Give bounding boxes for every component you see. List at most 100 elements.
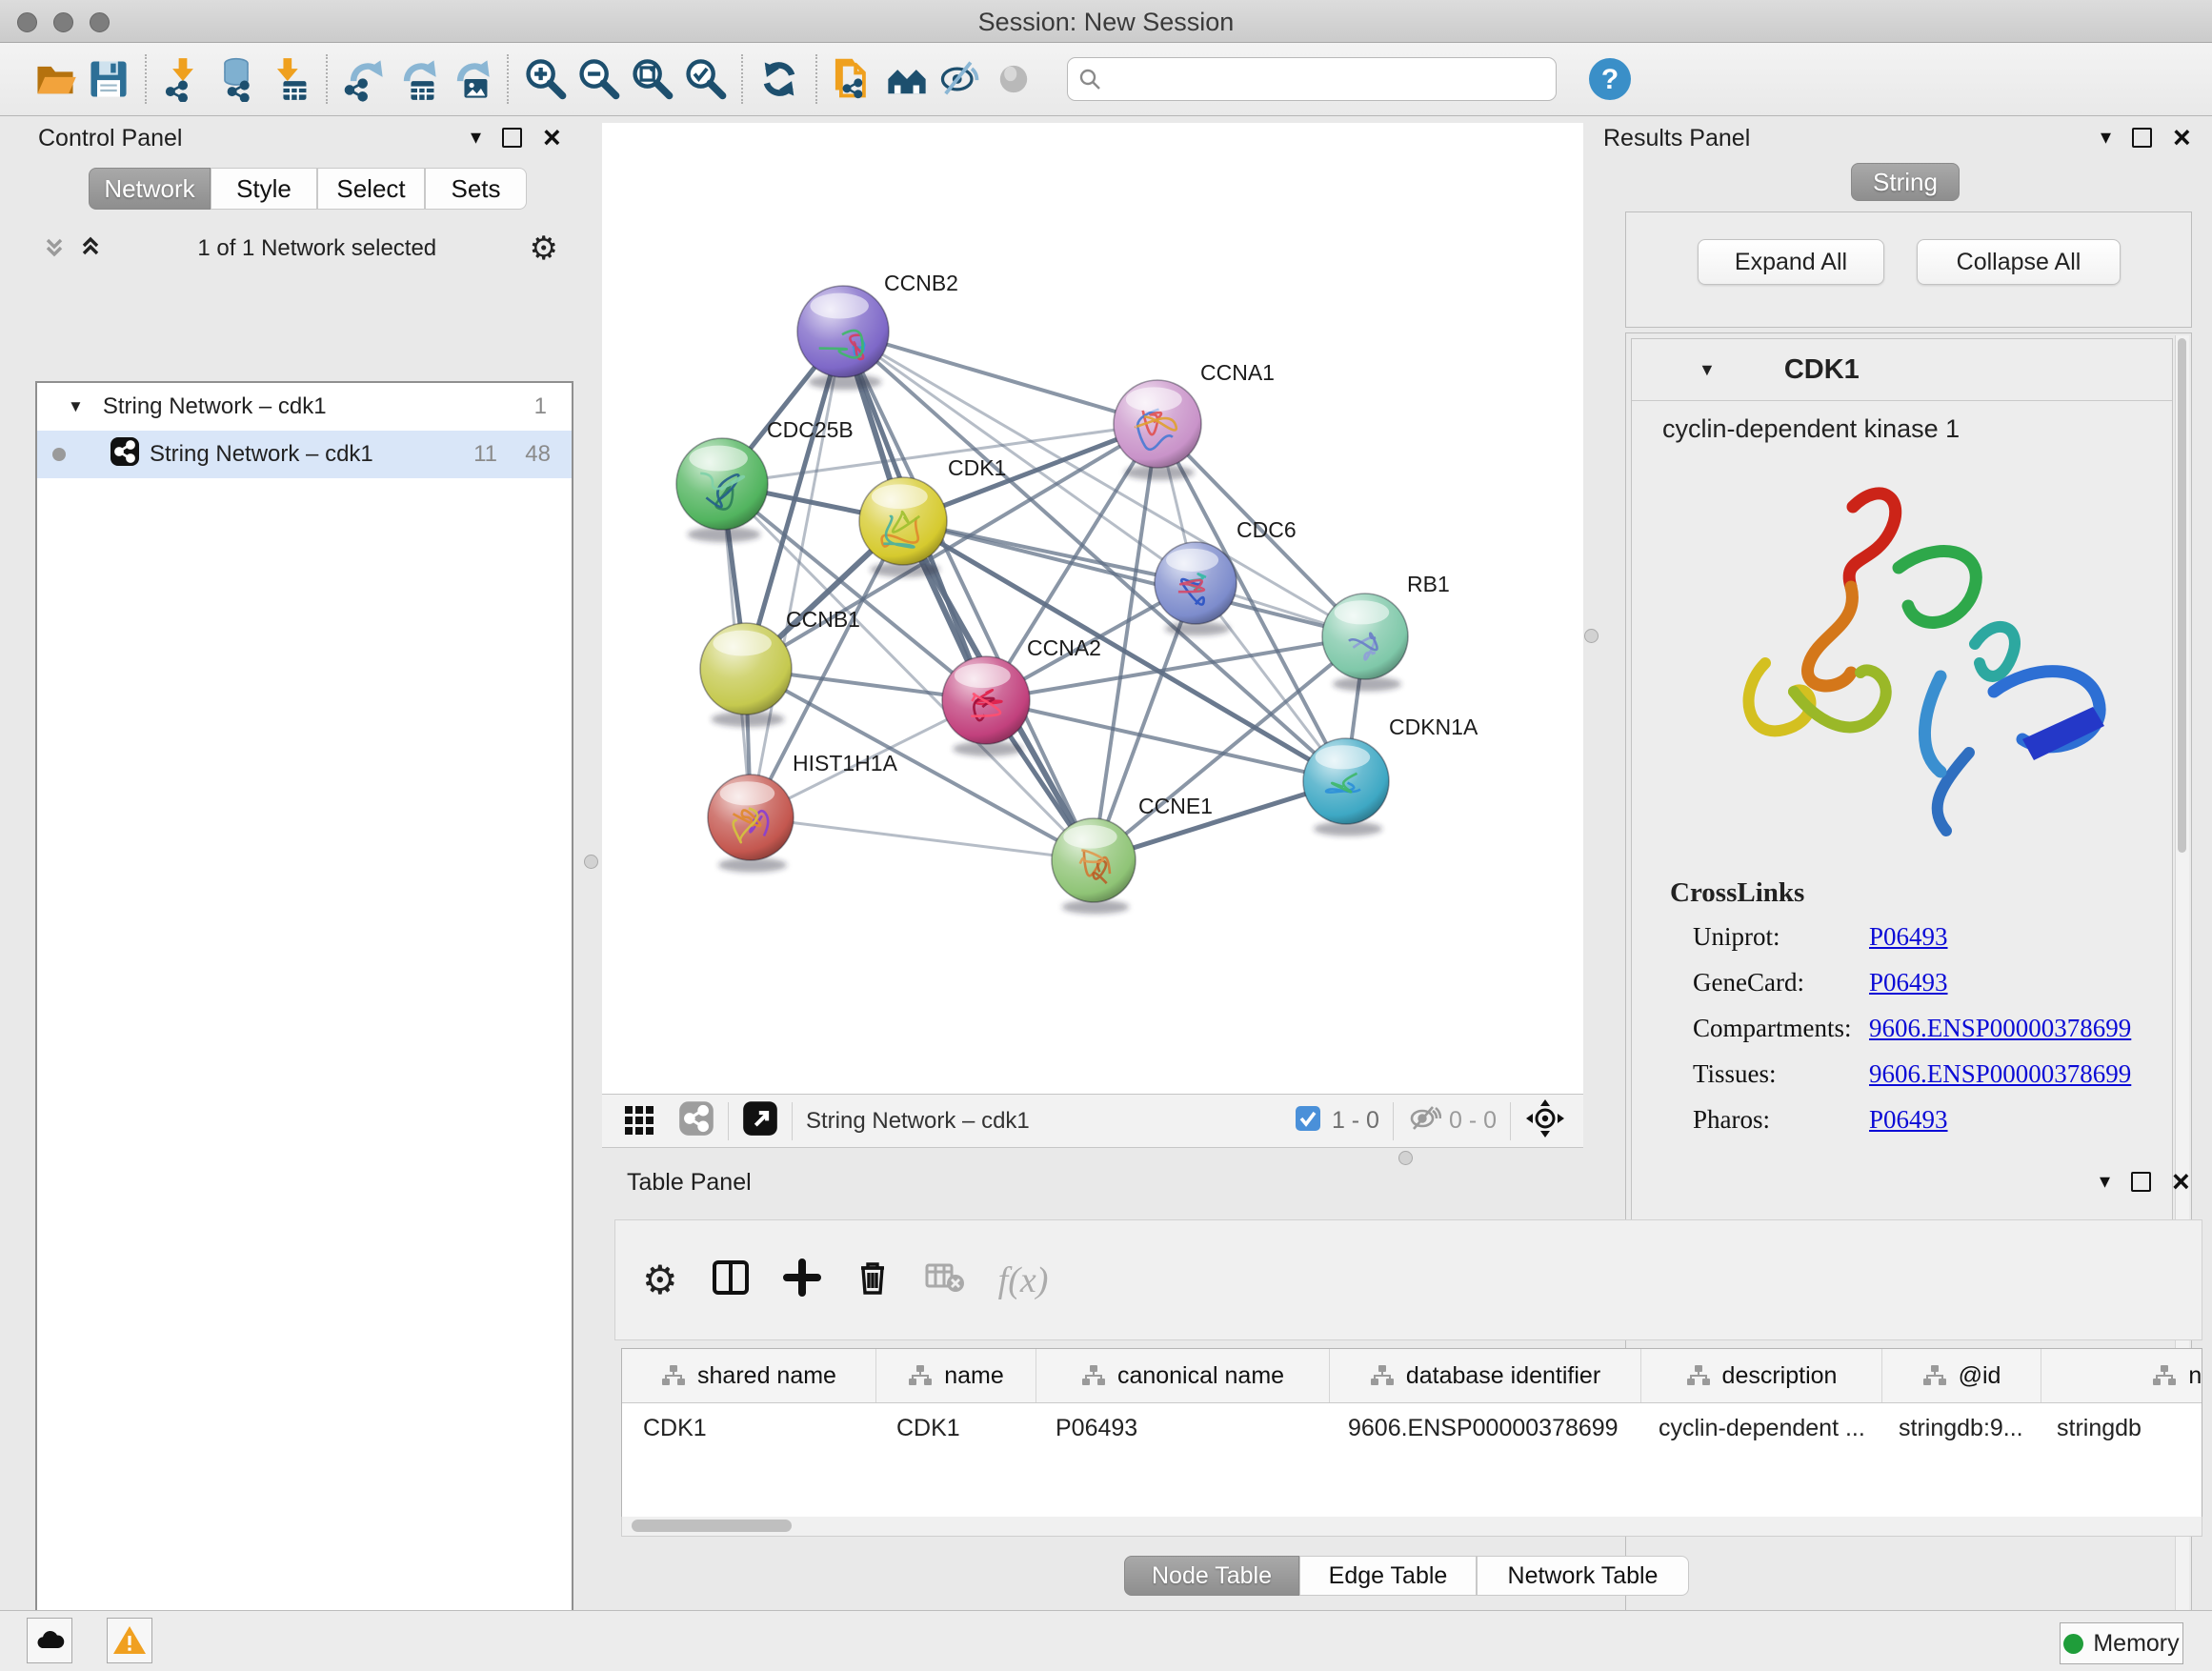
column-header-database-identifier[interactable]: database identifier — [1330, 1349, 1641, 1402]
table-scrollbar-thumb[interactable] — [632, 1520, 792, 1532]
function-builder-icon[interactable]: f(x) — [998, 1259, 1049, 1301]
show-all-disabled-button[interactable] — [987, 52, 1040, 106]
crosslink-link[interactable]: P06493 — [1869, 1105, 1948, 1135]
right-splitter-handle[interactable] — [1584, 629, 1599, 643]
results-panel-close-icon[interactable]: × — [2173, 127, 2191, 148]
toolbar-separator — [326, 54, 328, 104]
help-icon: ? — [1586, 55, 1634, 103]
share-document-button[interactable] — [827, 52, 880, 106]
table-panel-close-icon[interactable]: × — [2172, 1171, 2190, 1192]
export-network-button[interactable] — [337, 52, 391, 106]
network-graph[interactable]: CCNB2CCNA1CDC25BCDK1CDC6RB1CCNB1CCNA2HIS… — [602, 123, 1583, 1094]
column-header-description[interactable]: description — [1641, 1349, 1882, 1402]
search-input[interactable] — [1102, 61, 1546, 97]
expand-all-tree-icon[interactable] — [40, 232, 69, 266]
delete-table-icon[interactable] — [922, 1256, 966, 1304]
open-session-button[interactable] — [29, 52, 82, 106]
refresh-button[interactable] — [753, 52, 806, 106]
hidden-eye-slash-icon[interactable] — [1407, 1101, 1441, 1140]
hierarchy-icon — [1686, 1363, 1711, 1388]
crosslink-link[interactable]: 9606.ENSP00000378699 — [1869, 1014, 2131, 1043]
network-row[interactable]: String Network – cdk1 11 48 — [37, 431, 572, 478]
hierarchy-icon — [2152, 1363, 2177, 1388]
tab-edge-table[interactable]: Edge Table — [1299, 1556, 1477, 1596]
left-splitter-handle[interactable] — [584, 855, 598, 869]
tab-string-results[interactable]: String — [1851, 163, 1960, 201]
add-column-plus-icon[interactable] — [781, 1257, 823, 1303]
network-node-label: CCNB2 — [884, 271, 958, 295]
crosslink-link[interactable]: 9606.ENSP00000378699 — [1869, 1059, 2131, 1089]
import-network-from-file-button[interactable] — [156, 52, 210, 106]
crosslink-link[interactable]: P06493 — [1869, 968, 1948, 997]
delete-column-trash-icon[interactable] — [852, 1257, 894, 1303]
zoom-fit-button[interactable] — [625, 52, 678, 106]
network-node-label: CCNA2 — [1027, 635, 1101, 660]
selected-checkbox-icon[interactable] — [1294, 1104, 1322, 1137]
memory-button[interactable]: Memory — [2060, 1622, 2183, 1664]
table-panel-menu-icon[interactable]: ▾ — [2100, 1171, 2110, 1192]
warnings-button[interactable] — [107, 1618, 152, 1663]
control-panel-close-icon[interactable]: × — [543, 127, 561, 148]
network-canvas[interactable]: CCNB2CCNA1CDC25BCDK1CDC6RB1CCNB1CCNA2HIS… — [602, 123, 1583, 1094]
zoom-in-button[interactable] — [518, 52, 572, 106]
tree-caret-icon[interactable]: ▼ — [68, 397, 84, 416]
crosslink-link[interactable]: P06493 — [1869, 922, 1948, 952]
collapse-all-tree-icon[interactable] — [76, 232, 105, 266]
cloud-icon — [32, 1623, 67, 1658]
column-header-canonical-name[interactable]: canonical name — [1036, 1349, 1330, 1402]
tab-select[interactable]: Select — [317, 168, 425, 210]
section-caret-icon[interactable]: ▼ — [1699, 360, 1716, 380]
show-columns-icon[interactable] — [709, 1256, 753, 1304]
table-panel-title: Table Panel — [627, 1169, 752, 1197]
toolbar-separator — [145, 54, 147, 104]
tab-network[interactable]: Network — [89, 168, 211, 210]
horizontal-splitter-handle[interactable] — [1398, 1151, 1413, 1165]
table-horizontal-scrollbar[interactable] — [621, 1517, 2202, 1537]
expand-all-button[interactable]: Expand All — [1698, 239, 1884, 285]
network-edges — [722, 332, 1365, 860]
network-options-gear-icon[interactable]: ⚙ — [530, 230, 558, 268]
toolbar-separator — [741, 54, 743, 104]
tab-network-table[interactable]: Network Table — [1477, 1556, 1689, 1596]
home-views-button[interactable] — [880, 52, 934, 106]
string-network-badge-icon[interactable] — [678, 1100, 714, 1141]
column-header-name[interactable]: name — [876, 1349, 1036, 1402]
results-panel-float-icon[interactable] — [2132, 128, 2152, 148]
gene-section-header[interactable]: ▼ CDK1 — [1632, 339, 2172, 401]
network-node-label: CCNB1 — [786, 607, 860, 632]
column-label: database identifier — [1406, 1362, 1600, 1390]
export-image-button[interactable] — [444, 52, 497, 106]
collapse-all-button[interactable]: Collapse All — [1917, 239, 2121, 285]
zoom-out-button[interactable] — [572, 52, 625, 106]
column-header-namespace[interactable]: namespace — [2041, 1349, 2202, 1402]
column-header-shared-name[interactable]: shared name — [622, 1349, 876, 1402]
crosslink-label: Tissues: — [1693, 1059, 1869, 1089]
crosslink-row: Tissues: 9606.ENSP00000378699 — [1693, 1059, 2172, 1089]
hidden-node-edge-count: 0 - 0 — [1449, 1107, 1497, 1135]
table-row[interactable]: CDK1CDK1P064939606.ENSP00000378699cyclin… — [622, 1403, 2202, 1453]
import-network-from-database-button[interactable] — [210, 52, 263, 106]
results-scrollbar-thumb[interactable] — [2178, 338, 2186, 853]
results-panel-menu-icon[interactable]: ▾ — [2101, 127, 2111, 148]
table-panel-float-icon[interactable] — [2131, 1172, 2151, 1192]
window-title: Session: New Session — [0, 8, 2212, 37]
hide-selection-button[interactable] — [934, 52, 987, 106]
open-in-window-icon[interactable] — [742, 1100, 778, 1141]
cloud-status-button[interactable] — [27, 1618, 72, 1663]
crosslink-label: Pharos: — [1693, 1105, 1869, 1135]
tab-style[interactable]: Style — [211, 168, 317, 210]
fit-selected-crosshair-icon[interactable] — [1524, 1097, 1566, 1144]
control-panel-float-icon[interactable] — [502, 128, 522, 148]
column-header--id[interactable]: @id — [1882, 1349, 2041, 1402]
tab-sets[interactable]: Sets — [425, 168, 527, 210]
tab-node-table[interactable]: Node Table — [1124, 1556, 1299, 1596]
help-button[interactable]: ? — [1583, 52, 1637, 106]
control-panel-menu-icon[interactable]: ▾ — [471, 127, 481, 148]
zoom-selected-button[interactable] — [678, 52, 732, 106]
import-table-from-file-button[interactable] — [263, 52, 316, 106]
table-settings-gear-icon[interactable]: ⚙ — [642, 1257, 678, 1303]
birdseye-grid-icon[interactable] — [623, 1102, 655, 1139]
export-table-button[interactable] — [391, 52, 444, 106]
save-session-button[interactable] — [82, 52, 135, 106]
network-collection-row[interactable]: ▼ String Network – cdk1 1 — [37, 383, 572, 431]
